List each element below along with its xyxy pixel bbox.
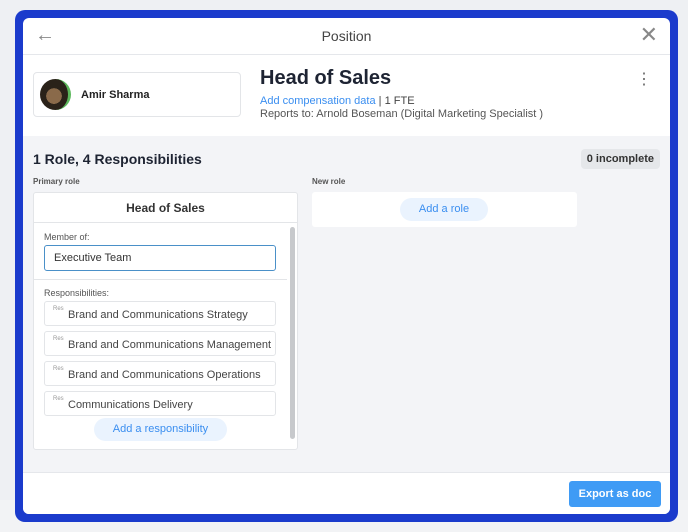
- new-role-label: New role: [312, 177, 346, 186]
- incomplete-badge: 0 incomplete: [580, 149, 660, 169]
- responsibility-item[interactable]: Res Brand and Communications Management: [44, 331, 276, 356]
- person-name: Amir Sharma: [81, 88, 150, 101]
- add-compensation-link[interactable]: Add compensation data: [260, 95, 376, 107]
- primary-role-label: Primary role: [33, 177, 80, 186]
- modal-header: ← Position ✕: [23, 18, 670, 55]
- position-modal: ← Position ✕ Amir Sharma Head of Sales A…: [23, 18, 670, 514]
- member-of-label: Member of:: [44, 232, 90, 242]
- reports-to: Reports to: Arnold Boseman (Digital Mark…: [260, 108, 544, 120]
- member-of-field[interactable]: Executive Team: [44, 245, 276, 271]
- close-icon[interactable]: ✕: [640, 22, 658, 48]
- more-options-icon[interactable]: ⋮: [636, 69, 652, 89]
- primary-role-card: Head of Sales Member of: Executive Team …: [33, 192, 298, 450]
- divider: [34, 279, 287, 280]
- fte: 1 FTE: [384, 95, 415, 107]
- export-as-doc-button[interactable]: Export as doc: [569, 481, 661, 507]
- modal-title: Position: [321, 28, 372, 44]
- add-role-button[interactable]: Add a role: [400, 198, 488, 221]
- responsibility-item[interactable]: Res Communications Delivery: [44, 391, 276, 416]
- add-responsibility-button[interactable]: Add a responsibility: [94, 418, 227, 441]
- scrollbar[interactable]: [290, 227, 295, 439]
- position-title: Head of Sales: [260, 67, 392, 89]
- avatar: [40, 79, 71, 110]
- responsibility-item[interactable]: Res Brand and Communications Strategy: [44, 301, 276, 326]
- responsibility-item[interactable]: Res Brand and Communications Operations: [44, 361, 276, 386]
- roles-summary: 1 Role, 4 Responsibilities: [33, 151, 202, 167]
- modal-footer: Export as doc: [23, 472, 670, 514]
- person-card[interactable]: Amir Sharma: [33, 72, 241, 117]
- responsibilities-label: Responsibilities:: [44, 288, 110, 298]
- new-role-card: Add a role: [312, 192, 577, 227]
- role-name: Head of Sales: [34, 193, 297, 223]
